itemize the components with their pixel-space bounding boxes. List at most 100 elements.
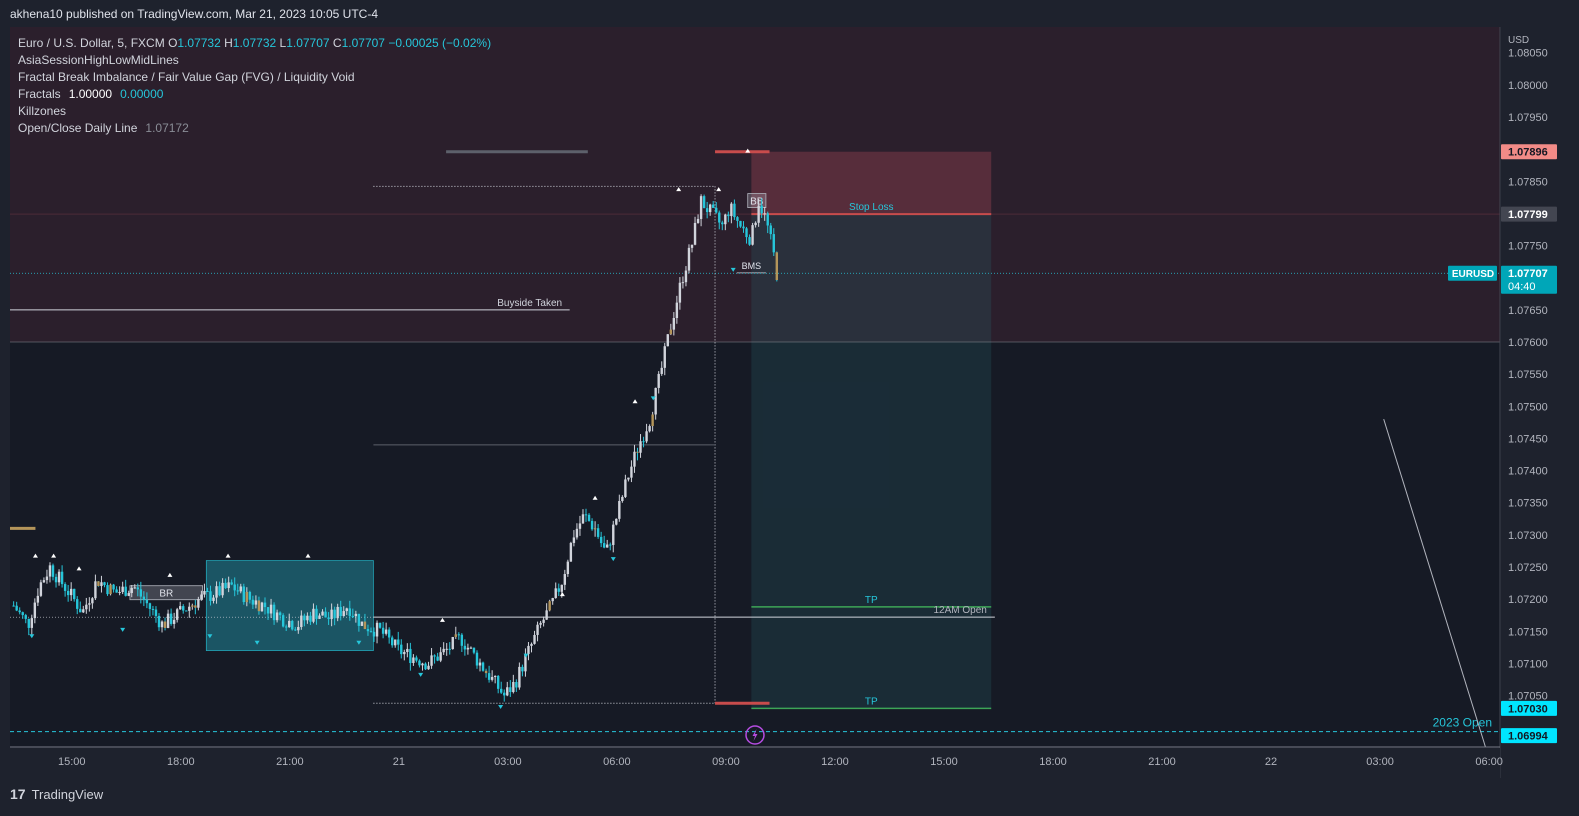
candle-body	[224, 582, 227, 589]
candle-body	[463, 645, 467, 650]
candle-body	[593, 528, 597, 530]
legend-indicator[interactable]: Killzones	[18, 103, 491, 120]
y-tick-label: 1.07950	[1508, 112, 1548, 124]
candle-body	[166, 613, 170, 628]
candle-body	[681, 282, 685, 284]
candle-body	[309, 615, 312, 622]
candle-body	[172, 619, 176, 624]
y-tick-label: 1.07350	[1508, 498, 1548, 510]
candle-body	[348, 608, 351, 616]
candle-body	[312, 608, 315, 622]
fractal-down-marker	[29, 634, 35, 639]
fractal-up-marker	[167, 572, 173, 577]
candle-body	[406, 648, 409, 652]
candle-body	[566, 561, 570, 575]
candle-body	[596, 528, 600, 537]
candle-body	[618, 501, 621, 519]
candle-body	[339, 606, 342, 617]
candle-body	[221, 582, 224, 596]
candle-body	[724, 214, 727, 225]
candle-body	[136, 587, 140, 590]
candle-body	[560, 584, 563, 592]
legend-indicator[interactable]: Fractal Break Imbalance / Fair Value Gap…	[18, 69, 491, 86]
candle-body	[660, 367, 663, 374]
candle-body	[94, 581, 97, 599]
candle-body	[551, 598, 554, 602]
candle-body	[563, 574, 567, 585]
candle-body	[291, 620, 294, 630]
candle-body	[12, 605, 15, 607]
candle-body	[590, 520, 594, 530]
candle-body	[397, 639, 400, 645]
candle-body	[496, 675, 500, 689]
candle-body	[233, 584, 236, 591]
candle-body	[378, 622, 382, 628]
candle-body	[772, 234, 775, 253]
candle-body	[742, 226, 745, 229]
candle-body	[27, 618, 30, 628]
candle-body	[118, 591, 121, 593]
candle-body	[275, 612, 279, 621]
candle-body	[684, 270, 688, 283]
candle-body	[260, 602, 264, 612]
legend-indicator-value: 0.00000	[120, 87, 164, 101]
x-tick-label: 21:00	[276, 756, 304, 768]
candle-body	[248, 591, 252, 600]
candle-body	[182, 606, 185, 611]
candle-body	[73, 588, 76, 600]
y-tick-label: 1.07650	[1508, 305, 1548, 317]
price-badge-value: 1.07799	[1508, 209, 1548, 221]
candle-body	[424, 663, 427, 670]
legend-ohlc-key: O	[168, 36, 178, 50]
annotation-label: BR	[159, 589, 173, 600]
fractal-up-marker	[51, 553, 57, 558]
candle-body	[54, 576, 58, 583]
candle-body	[702, 196, 706, 209]
legend-indicator[interactable]: Fractals 1.00000 0.00000	[18, 86, 491, 103]
candle-body	[672, 318, 676, 330]
candle-body	[739, 220, 742, 227]
candle-body	[121, 586, 124, 592]
candle-body	[736, 217, 739, 221]
candle-body	[360, 621, 364, 626]
x-tick-label: 18:00	[1039, 756, 1067, 768]
price-badge-countdown: 04:40	[1508, 281, 1536, 293]
candle-body	[475, 652, 479, 666]
candle-body	[109, 584, 112, 595]
x-tick-label: 21	[393, 756, 405, 768]
legend-symbol[interactable]: Euro / U.S. Dollar, 5, FXCM	[18, 36, 165, 50]
candle-body	[418, 660, 421, 666]
legend-indicator[interactable]: Open/Close Daily Line 1.07172	[18, 120, 491, 137]
candle-body	[412, 657, 415, 664]
legend-indicator[interactable]: AsiaSessionHighLowMidLines	[18, 52, 491, 69]
candle-body	[775, 252, 779, 281]
chart-area[interactable]: Buyside Taken Stop Loss TP TP 12AM Open 2023 …	[10, 27, 1557, 778]
candle-body	[621, 496, 624, 502]
fractal-down-marker	[120, 627, 126, 632]
candle-body	[454, 634, 457, 637]
candle-body	[530, 643, 533, 646]
legend-indicators: AsiaSessionHighLowMidLines Fractal Break …	[18, 52, 491, 137]
x-tick-label: 03:00	[1366, 756, 1394, 768]
candle-body	[766, 213, 769, 226]
candle-body	[602, 543, 606, 548]
candle-body	[487, 673, 491, 680]
candle-body	[445, 648, 448, 650]
legend-ohlc-value: 1.07732	[232, 36, 277, 50]
candle-body	[284, 626, 288, 628]
tradingview-logo: 17 TradingView	[10, 786, 103, 802]
price-chart[interactable]: Buyside Taken Stop Loss TP TP 12AM Open 2023 …	[10, 27, 1557, 778]
y-tick-label: 1.07050	[1508, 691, 1548, 703]
candle-body	[209, 591, 212, 601]
candle-body	[178, 606, 182, 610]
candle-body	[539, 622, 542, 625]
candle-body	[699, 196, 703, 219]
candle-body	[303, 615, 306, 621]
candle-body	[390, 637, 394, 646]
candle-body	[533, 634, 536, 644]
candle-body	[572, 537, 576, 543]
candle-body	[733, 203, 736, 218]
candle-body	[384, 629, 388, 634]
y-tick-label: 1.08050	[1508, 48, 1548, 60]
candle-body	[481, 662, 485, 671]
